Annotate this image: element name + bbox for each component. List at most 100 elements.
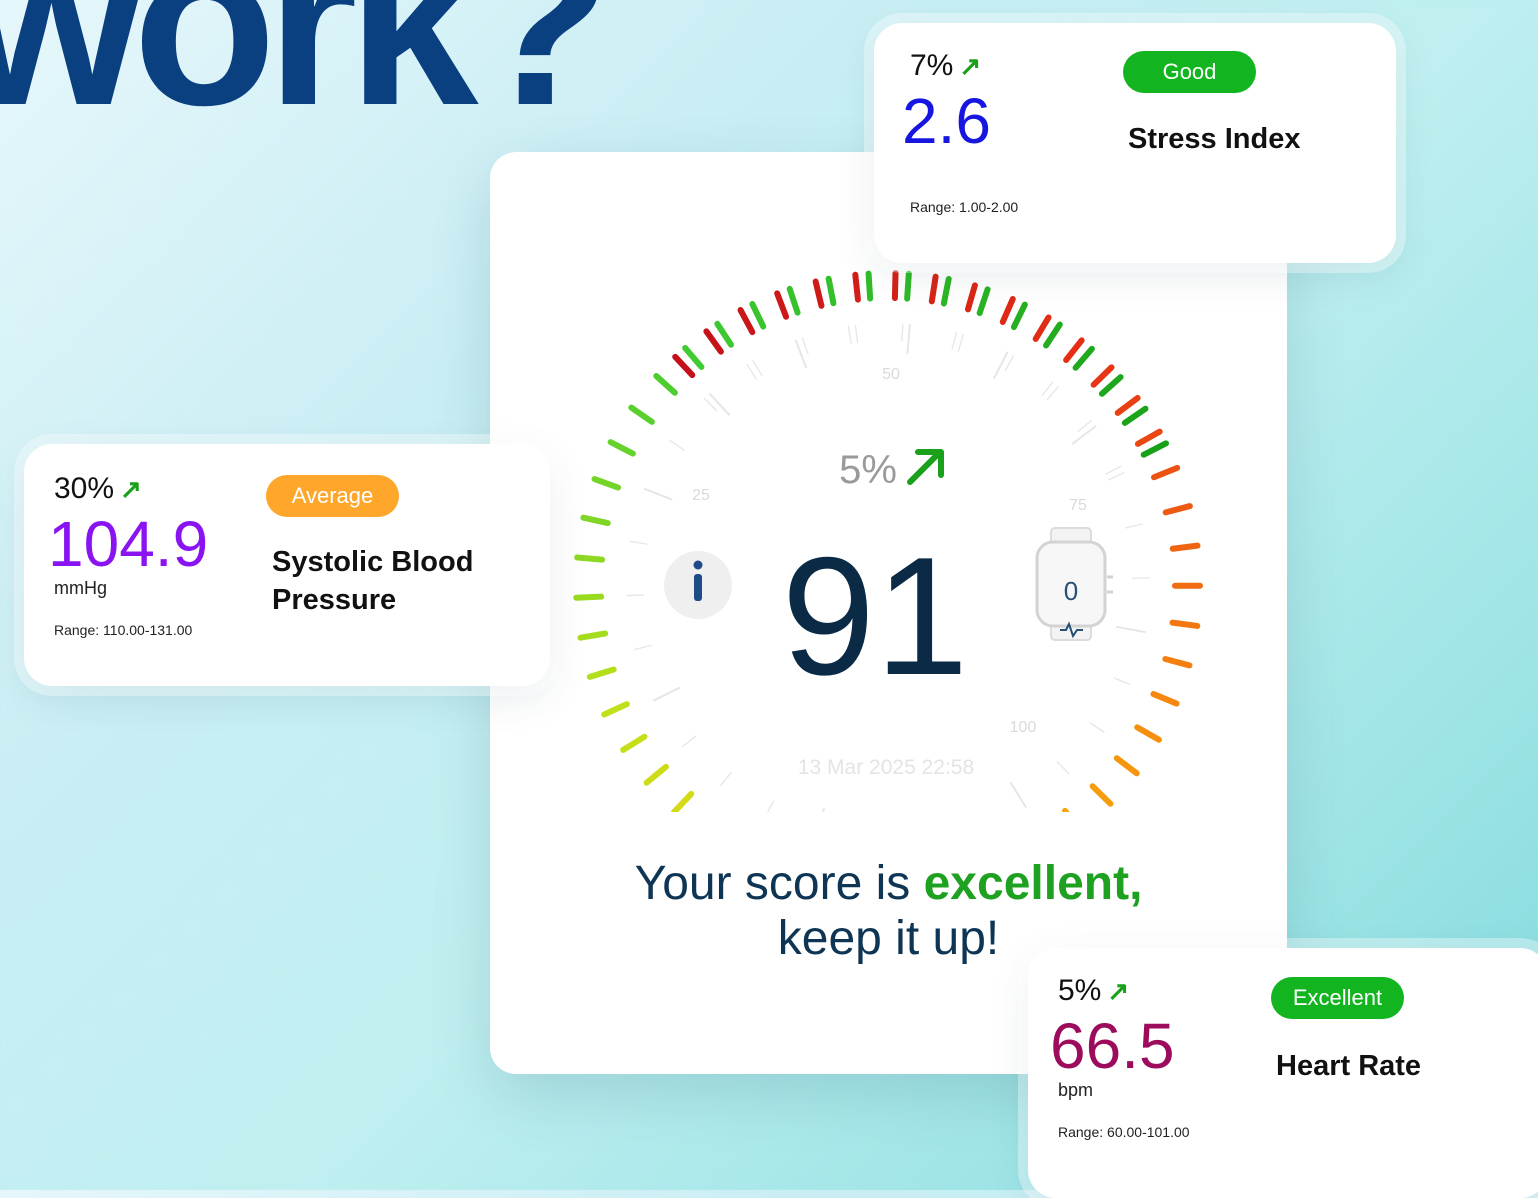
gauge-tick-mark [1173,623,1198,626]
gauge-scale-tick [765,801,773,812]
gauge-scale-tick [1090,722,1105,732]
gauge-tick-mark [777,293,786,316]
gauge-scale-tick [902,323,903,341]
gauge-tick-mark [1094,367,1112,384]
gauge-tick-mark [932,277,936,302]
gauge-tick-label: 50 [882,366,900,383]
gauge-tick-mark [1102,377,1121,394]
gauge-scale-tick [630,541,648,544]
gauge-scale-tick [1072,426,1096,444]
bp-unit: mmHg [54,578,107,599]
gauge-tick-mark [869,274,871,299]
gauge-tick-label: 25 [692,487,710,504]
gauge-scale-tick [994,352,1008,379]
gauge-scale-tick [802,337,808,354]
gauge-tick-mark [1166,506,1190,512]
bp-status-badge: Average [266,475,399,517]
gauge-tick-mark [647,767,666,783]
smartwatch-icon[interactable]: 0 [1037,528,1113,640]
gauge-scale-tick [634,645,651,649]
stress-value: 2.6 [902,89,991,153]
stress-index-card[interactable]: 7%↗ 2.6 Range: 1.00-2.00 Good Stress Ind… [874,23,1396,263]
gauge-tick-mark [855,275,858,300]
gauge-tick-mark [968,285,975,309]
gauge-tick-mark [829,279,834,304]
bp-change-value: 30% [54,472,114,505]
gauge-tick-mark [1117,758,1137,773]
gauge-tick-mark [1014,305,1025,327]
gauge-tick-mark [752,304,763,327]
health-score-card: 25 50 75 100 5% 91 0 13 Mar 2025 22:58 [490,152,1287,1074]
gauge-tick-mark [1173,546,1198,549]
arrow-up-right-icon: ↗ [120,474,142,504]
gauge-scale-tick [958,334,963,351]
gauge-scale-tick [848,326,851,344]
gauge-scale-tick [1125,524,1143,528]
gauge-tick-mark [1137,727,1159,739]
stress-change: 7%↗ [910,49,981,83]
gauge-tick-mark [1144,443,1166,454]
gauge-scale-tick [1116,627,1146,632]
gauge-scale-tick [1114,678,1131,685]
gauge-tick-mark [1046,325,1060,346]
gauge-tick-mark [1065,811,1080,812]
gauge-scale-tick [709,393,729,415]
gauge-scale-tick [1005,355,1014,371]
gauge-scale-tick [653,688,680,701]
score-change: 5% [839,448,897,492]
gauge-tick-mark [1003,299,1013,322]
hr-change-value: 5% [1058,974,1101,1007]
gauge-tick-mark [580,634,605,638]
gauge-tick-mark [1118,398,1138,413]
hr-value: 66.5 [1050,1014,1175,1078]
gauge-tick-label: 100 [1010,719,1037,736]
gauge-tick-label: 75 [1069,497,1087,514]
arrow-up-right-icon: ↗ [959,51,981,81]
gauge-tick-mark [1154,468,1177,477]
gauge-tick-mark [706,331,721,351]
page-headline: work? [0,0,602,140]
gauge-scale-tick [670,440,685,450]
gauge-scale-tick [682,736,696,747]
gauge-tick-mark [685,348,701,367]
gauge-tick-mark [576,597,601,598]
arrow-up-right-icon [910,452,941,482]
gauge-tick-mark [611,442,633,453]
heart-rate-card[interactable]: 5%↗ 66.5 bpm Range: 60.00-101.00 Excelle… [1028,948,1538,1198]
gauge-tick-mark [1076,349,1092,368]
bp-value: 104.9 [48,512,208,576]
info-icon[interactable] [664,551,732,619]
gauge-scale-tick [952,332,957,349]
device-value: 0 [1064,576,1078,606]
score-message-prefix: Your score is [635,857,924,910]
gauge-scale-tick [753,361,762,376]
score-message-suffix: keep it up! [778,912,999,965]
gauge-tick-mark [631,408,652,422]
gauge-scale-tick [644,489,672,500]
gauge-tick-mark [577,557,602,559]
hr-title: Heart Rate [1276,1048,1421,1086]
stress-change-value: 7% [910,49,953,82]
gauge-tick-mark [717,324,731,345]
gauge-scale-tick [747,364,757,379]
gauge-tick-mark [595,479,619,487]
gauge-scale-tick [855,325,857,343]
gauge-tick-mark [604,704,627,714]
gauge-tick-mark [1165,659,1189,665]
arrow-up-right-icon: ↗ [1107,976,1129,1006]
gauge-tick-mark [895,273,896,298]
gauge-tick-mark [816,282,822,306]
stress-title: Stress Index [1128,121,1300,159]
gauge-scale-tick [1057,761,1069,774]
gauge-scale-tick [720,772,732,786]
gauge-tick-mark [944,279,949,304]
blood-pressure-card[interactable]: 30%↗ 104.9 mmHg Range: 110.00-131.00 Ave… [24,444,550,686]
gauge-tick-mark [590,670,614,677]
gauge-scale-tick [816,808,824,812]
gauge-tick-mark [1138,432,1160,444]
health-score-value: 91 [782,522,969,710]
bp-range: Range: 110.00-131.00 [54,622,192,638]
bp-title-line1: Systolic Blood [272,546,473,578]
gauge-tick-mark [980,289,988,313]
gauge-tick-mark [1093,786,1111,804]
